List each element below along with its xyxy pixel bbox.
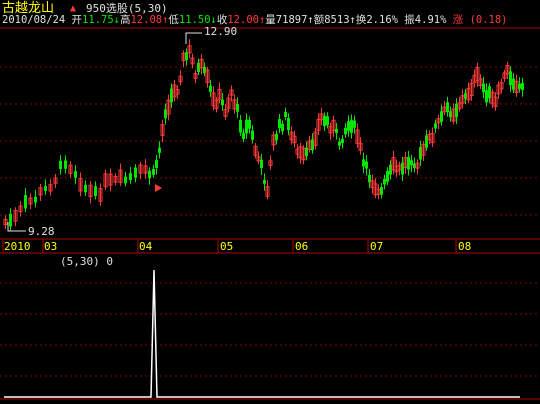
subchart-label: (5,30) 0: [60, 256, 113, 268]
subchart-value: 0: [106, 255, 113, 268]
axis-label-2010: 2010: [4, 240, 31, 253]
candle-body: [386, 170, 389, 182]
min-price-label: 9.28: [28, 225, 55, 238]
candle-body: [242, 132, 245, 140]
candlestick-series: [3, 39, 524, 232]
candle-body: [344, 127, 347, 135]
candle-body: [34, 196, 37, 203]
grid-lines: [0, 27, 540, 400]
candle-body: [185, 52, 188, 61]
candle-body: [155, 160, 158, 168]
quote-row: 2010/08/24 开11.75↓高12.08↑低11.50↓收12.00↑量…: [2, 14, 508, 26]
candle-body: [323, 115, 326, 127]
candle-body: [239, 119, 242, 133]
axis-label-08: 08: [458, 240, 472, 253]
turnover-label: 换: [355, 14, 367, 26]
candle-body: [434, 123, 437, 129]
candle-body: [347, 121, 350, 131]
candle-body: [148, 170, 151, 179]
candle-body: [365, 161, 368, 169]
axis-label-03: 03: [44, 240, 58, 253]
candle-body: [338, 141, 341, 146]
candle-body: [74, 171, 77, 178]
candle-body: [410, 160, 413, 166]
candle-body: [209, 85, 212, 92]
candle-body: [350, 120, 353, 133]
candle-body: [287, 118, 290, 131]
candle-body: [245, 119, 248, 134]
candle-body: [158, 147, 161, 153]
open-value: 11.75: [82, 14, 114, 26]
candle-body: [24, 195, 27, 209]
candle-body: [335, 128, 338, 134]
candle-body: [263, 179, 266, 184]
candle-body: [521, 82, 524, 91]
open-label: 开: [71, 14, 83, 26]
volume-value: 71897: [275, 14, 308, 26]
high-label: 高: [119, 14, 131, 26]
candle-body: [518, 83, 521, 89]
candle-body: [440, 111, 443, 122]
candle-body: [446, 102, 449, 113]
candle-body: [362, 159, 365, 167]
candle-body: [94, 186, 97, 196]
candle-body: [383, 178, 386, 185]
candle-body: [284, 111, 287, 118]
candle-body: [64, 160, 67, 169]
amplitude-value: 4.91%: [414, 14, 447, 26]
candle-body: [380, 186, 383, 195]
candle-body: [124, 176, 127, 184]
high-value: 12.08: [130, 14, 163, 26]
candle-body: [129, 173, 132, 181]
candle-body: [341, 138, 344, 144]
candle-body: [152, 168, 155, 175]
turnover-value: 2.16%: [366, 14, 398, 26]
candle-body: [251, 130, 254, 140]
candle-body: [134, 167, 137, 178]
subchart-params: (5,30): [60, 255, 100, 268]
candle-body: [281, 123, 284, 132]
candle-body: [509, 71, 512, 86]
candle-body: [236, 103, 239, 112]
change-value: (0.18): [469, 14, 508, 26]
change-label: 涨: [452, 14, 464, 26]
axis-label-04: 04: [139, 240, 153, 253]
low-label: 低: [168, 14, 179, 26]
signal-indicator-line: [4, 269, 520, 398]
amplitude-label: 振: [404, 14, 415, 26]
axis-label-05: 05: [220, 240, 234, 253]
candle-body: [275, 133, 278, 141]
candle-body: [248, 120, 251, 129]
candle-body: [260, 159, 263, 169]
candle-body: [482, 83, 485, 93]
candle-body: [59, 160, 62, 169]
max-price-pointer: [185, 32, 202, 44]
candle-body: [485, 90, 488, 103]
candle-body: [84, 184, 87, 193]
max-price-label: 12.90: [204, 25, 238, 38]
quote-date: 2010/08/24: [2, 14, 66, 26]
candle-body: [44, 186, 47, 191]
axis-label-07: 07: [370, 240, 384, 253]
signal-series-line: [4, 269, 520, 398]
candle-body: [407, 156, 410, 170]
signal-markers: [7, 32, 202, 232]
volume-label: 量: [265, 14, 276, 26]
amount-value: 8513: [324, 14, 350, 26]
candle-body: [326, 116, 329, 126]
candle-body: [278, 119, 281, 129]
buy-signal-flag-icon: [155, 184, 162, 192]
candle-body: [9, 213, 12, 227]
candle-body: [221, 99, 224, 106]
candle-body: [353, 120, 356, 128]
axis-label-06: 06: [295, 240, 309, 253]
kline-chart[interactable]: [0, 0, 540, 404]
amount-label: 额: [313, 14, 325, 26]
